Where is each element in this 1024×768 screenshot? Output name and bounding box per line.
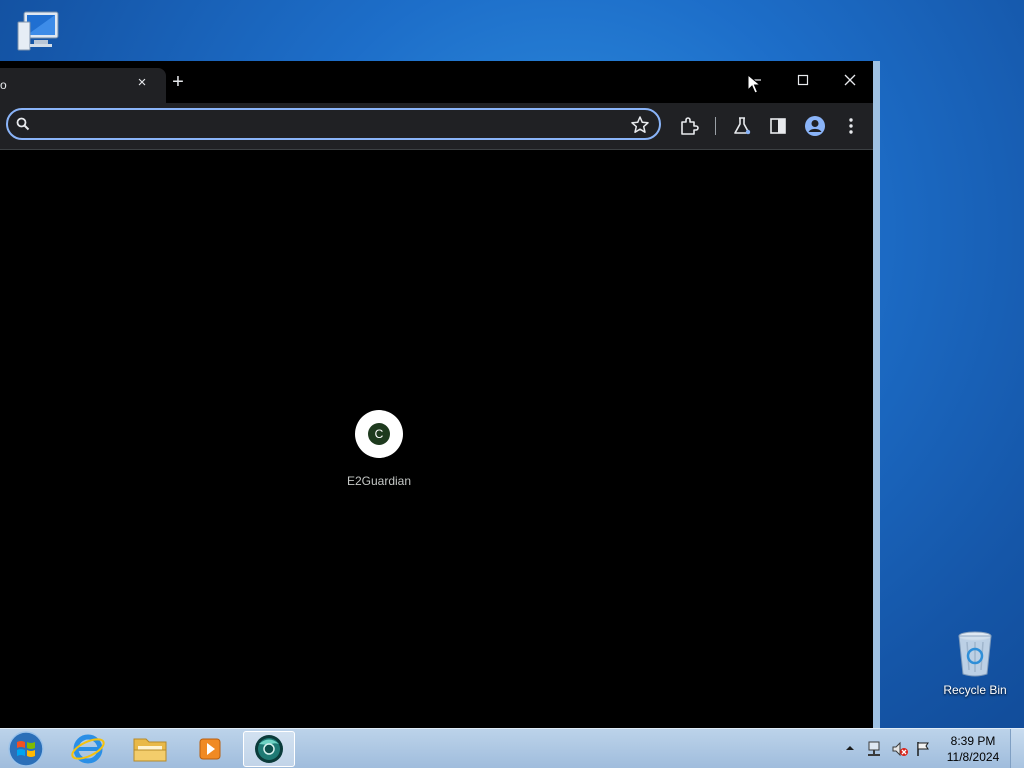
tab-strip: o × + [0,61,873,103]
taskbar: 8:39 PM 11/8/2024 [0,728,1024,768]
shortcut-initial: C [368,423,390,445]
new-tab-button[interactable]: + [168,72,188,92]
shortcut-favicon: C [355,410,403,458]
volume-muted-icon[interactable] [891,740,909,758]
tab-close-button[interactable]: × [133,74,151,92]
close-icon [844,74,856,86]
close-window-button[interactable] [830,69,870,95]
bookmark-star-icon[interactable] [630,115,650,135]
system-clock[interactable]: 8:39 PM 11/8/2024 [938,733,1008,765]
show-hidden-icons-icon[interactable] [844,741,856,755]
side-panel-icon[interactable] [767,115,789,137]
show-desktop-button[interactable] [1010,729,1024,768]
tab-title: o [0,78,7,92]
internet-explorer-icon [71,734,105,764]
toolbar-divider [715,117,716,135]
chrome-taskbar-button[interactable] [243,731,295,767]
media-player-button[interactable] [184,731,236,767]
shortcut-tile[interactable]: C E2Guardian [338,410,420,488]
computer-desktop-icon[interactable] [14,8,66,56]
recycle-bin-label: Recycle Bin [943,683,1007,697]
recycle-bin-icon [958,631,992,677]
browser-tab[interactable]: o × [0,68,166,103]
clock-date: 11/8/2024 [946,750,1000,764]
recycle-bin-desktop-icon[interactable]: Recycle Bin [938,630,1012,697]
browser-window: o × + C E2Guardian [0,61,880,728]
internet-explorer-button[interactable] [62,731,114,767]
profile-icon[interactable] [804,115,826,137]
mouse-cursor-icon [747,74,761,94]
network-icon[interactable] [866,740,884,758]
extensions-icon[interactable] [678,115,700,137]
maximize-icon [797,74,809,86]
address-input[interactable] [40,114,624,136]
new-tab-page: C E2Guardian [0,150,873,728]
chrome-icon [255,735,283,763]
labs-icon[interactable] [731,115,753,137]
windows-start-icon [8,731,44,767]
computer-icon [17,11,59,51]
address-bar[interactable] [6,108,661,140]
search-icon [16,117,30,131]
media-player-icon [199,738,221,760]
start-button[interactable] [2,730,50,768]
folder-icon [133,738,167,762]
menu-icon[interactable] [840,115,862,137]
clock-time: 8:39 PM [950,734,996,748]
action-center-flag-icon[interactable] [914,740,932,758]
file-explorer-button[interactable] [124,731,176,767]
shortcut-label: E2Guardian [346,474,412,488]
browser-toolbar [0,103,873,150]
maximize-button[interactable] [783,69,823,95]
